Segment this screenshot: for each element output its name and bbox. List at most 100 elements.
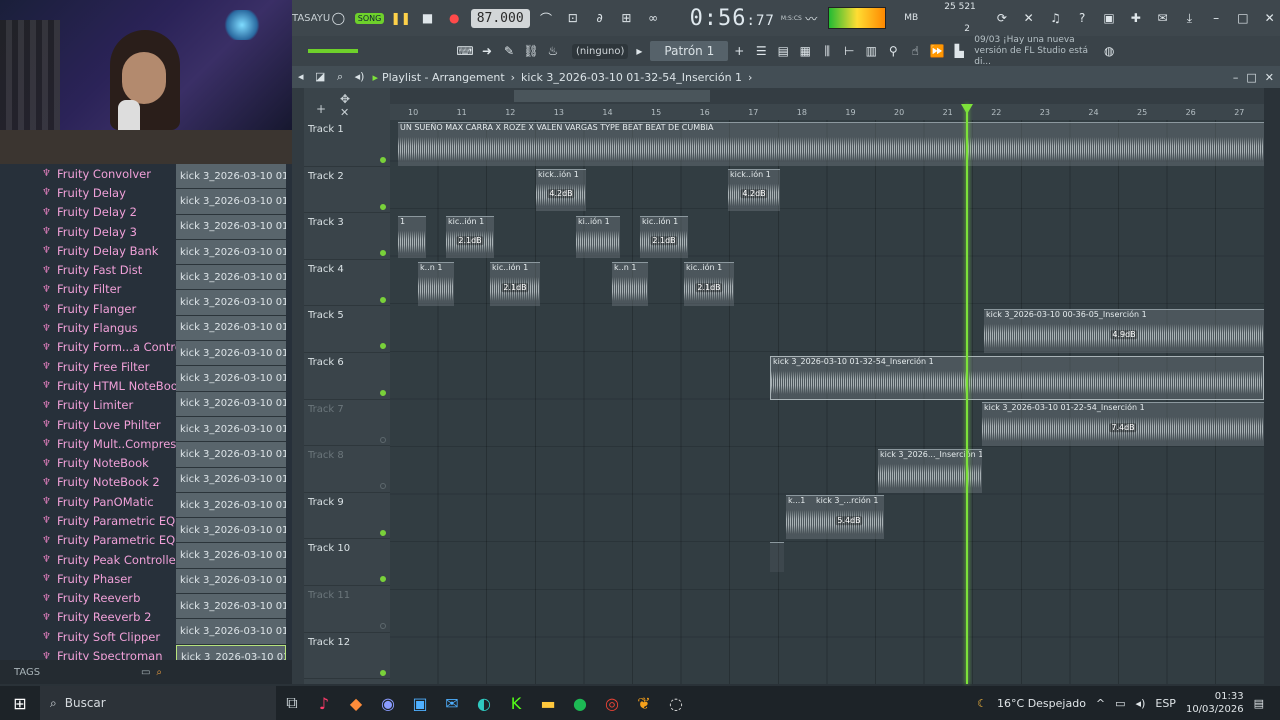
add-pattern-icon[interactable]: + bbox=[728, 40, 750, 62]
store-icon[interactable]: ▣ bbox=[404, 686, 436, 720]
task-view-icon[interactable]: ⧉ bbox=[276, 686, 308, 720]
plugin-item[interactable]: ♆ Fruity Flanger bbox=[0, 299, 172, 318]
plugin-item[interactable]: ♆ Fruity Convolver bbox=[0, 164, 172, 183]
file-item[interactable]: kick 3_2026-03-10 01-17... bbox=[176, 366, 286, 392]
stamp-icon[interactable]: ♨ bbox=[542, 40, 564, 62]
audio-clip-selected[interactable]: kick 3_2026-03-10 01-32-54_Inserción 1 bbox=[770, 356, 1264, 400]
plugin-item[interactable]: ♆ Fruity Filter bbox=[0, 280, 172, 299]
file-item[interactable]: kick 3_2026-03-10 01-28... bbox=[176, 543, 286, 569]
network-icon[interactable]: ▭ bbox=[1115, 697, 1125, 710]
chrome-icon[interactable]: ◎ bbox=[596, 686, 628, 720]
plugin-item[interactable]: ♆ Fruity Reeverb bbox=[0, 589, 172, 608]
plugin-item[interactable]: ♆ Fruity Parametric EQ 2 bbox=[0, 531, 186, 550]
track-header[interactable]: Track 8 bbox=[304, 446, 390, 493]
plugin-item[interactable]: ♆ Fruity PanOMatic bbox=[0, 492, 172, 511]
audio-clip[interactable]: kick 3_2026-03-10 01-22-54_Inserción 1 7.… bbox=[982, 402, 1264, 446]
file-item[interactable]: kick 3_2026-03-10 01-29... bbox=[176, 568, 286, 595]
playlist-left-strip[interactable] bbox=[292, 88, 304, 684]
weather-text[interactable]: 16°C Despejado bbox=[997, 697, 1086, 710]
plugin-item[interactable]: ♆ Fruity Parametric EQ bbox=[0, 511, 175, 530]
plugin-item[interactable]: ♆ Fruity Form...a Controller bbox=[0, 338, 200, 357]
plugin-item[interactable]: ♆ Fruity Free Filter bbox=[0, 357, 172, 376]
playhead-marker-icon[interactable] bbox=[961, 104, 973, 114]
file-item[interactable]: kick 3_2026-03-10 01-14... bbox=[176, 315, 286, 342]
file-item[interactable]: kick 3_2026-03-10 01-11... bbox=[176, 164, 286, 190]
file-item[interactable]: kick 3_2026-03-10 01-11... bbox=[176, 189, 286, 215]
save-icon[interactable]: ▣ bbox=[1099, 7, 1120, 29]
zoom-icon[interactable]: ⌕ bbox=[337, 70, 343, 83]
play-icon[interactable]: ▸ bbox=[372, 71, 378, 84]
play-pattern-icon[interactable]: ▸ bbox=[628, 40, 650, 62]
wait-input-icon[interactable]: ⊡ bbox=[562, 7, 583, 29]
track-mute-led[interactable] bbox=[380, 576, 386, 583]
snap-dropdown[interactable]: (ninguno) bbox=[572, 43, 629, 59]
audio-clip[interactable]: kick..ión 1 4.2dB bbox=[728, 169, 780, 211]
move-icon[interactable]: ✥ bbox=[340, 92, 350, 106]
window-close-icon[interactable]: ✕ bbox=[1265, 71, 1274, 84]
track-header[interactable]: Track 2 bbox=[304, 167, 390, 214]
weather-icon[interactable]: ☾ bbox=[977, 697, 987, 710]
file-item[interactable]: kick 3_2026-03-10 01-14... bbox=[176, 341, 286, 367]
refresh-icon[interactable]: ⟳ bbox=[992, 7, 1013, 29]
track-mute-led[interactable] bbox=[380, 436, 386, 443]
tempo-display[interactable]: 87.000 bbox=[470, 8, 530, 28]
track-mute-led[interactable] bbox=[380, 157, 386, 163]
step-edit-icon[interactable]: ⊞ bbox=[616, 7, 637, 29]
audio-clip[interactable]: 1 bbox=[398, 216, 426, 258]
plugin-item[interactable]: ♆ Fruity Limiter bbox=[0, 396, 172, 415]
audio-clip[interactable]: kic..ión 1 2.1dB bbox=[490, 262, 540, 306]
video-icon[interactable]: ⏩ bbox=[926, 40, 948, 62]
playhead[interactable] bbox=[966, 104, 968, 684]
spotify-icon[interactable]: ● bbox=[564, 686, 596, 720]
track-header[interactable]: Track 4 bbox=[304, 260, 390, 307]
audio-clip[interactable]: kic..ión 1 2.1dB bbox=[446, 216, 494, 258]
snap-icon[interactable]: ◪ bbox=[315, 70, 325, 83]
plugin-item[interactable]: ♆ Fruity Love Philter bbox=[0, 415, 172, 434]
explorer-icon[interactable]: ▬ bbox=[532, 686, 564, 720]
track-mute-led[interactable] bbox=[380, 250, 386, 257]
audio-clip[interactable]: kick 3_2026-03-10 00-36-05_Inserción 1 4.… bbox=[984, 309, 1264, 353]
pattern-selector[interactable]: Patrón 1 bbox=[650, 41, 729, 61]
file-item[interactable]: kick 3_2026-03-10 01-22... bbox=[176, 442, 286, 468]
channel-rack-icon[interactable]: ▦ bbox=[794, 40, 816, 62]
pause-button[interactable]: ❚❚ bbox=[390, 7, 411, 29]
plugin-item[interactable]: ♆ Fruity HTML NoteBook bbox=[0, 376, 184, 395]
stop-button[interactable]: ■ bbox=[417, 7, 438, 29]
scrollbar-thumb[interactable] bbox=[514, 90, 710, 102]
folder-icon[interactable]: ▭ bbox=[141, 667, 150, 678]
mixer-icon[interactable]: ⫼ bbox=[816, 40, 838, 62]
audio-clip[interactable]: ki..ión 1 bbox=[576, 216, 620, 258]
taskbar-search[interactable]: ⌕ Buscar bbox=[40, 686, 276, 720]
link-icon[interactable]: ⛓ bbox=[520, 40, 542, 62]
arrow-icon[interactable]: ➜ bbox=[476, 40, 498, 62]
plugin-item[interactable]: ♆ Fruity Delay Bank bbox=[0, 241, 172, 260]
loop-record-icon[interactable]: ∞ bbox=[643, 7, 664, 29]
audio-clip[interactable]: kic..ión 1 2.1dB bbox=[684, 262, 734, 306]
window-minimize-icon[interactable]: – bbox=[1233, 71, 1239, 84]
track-mute-led[interactable] bbox=[380, 483, 386, 490]
volume-icon[interactable]: ◂) bbox=[1136, 697, 1146, 710]
project-icon[interactable]: ▥ bbox=[860, 40, 882, 62]
maximize-icon[interactable]: □ bbox=[1233, 7, 1254, 29]
search-icon[interactable]: ⌕ bbox=[156, 667, 162, 678]
plugin-item[interactable]: ♆ Fruity Delay bbox=[0, 183, 172, 202]
track-header[interactable]: Track 1 bbox=[304, 120, 390, 167]
track-mute-led[interactable] bbox=[380, 203, 386, 210]
plugin-item[interactable]: ♆ Fruity Fast Dist bbox=[0, 260, 172, 279]
file-item[interactable]: kick 3_2026-03-10 01-21... bbox=[176, 391, 286, 417]
file-item[interactable]: kick 3_2026-03-10 01-13... bbox=[176, 265, 286, 291]
audio-clip[interactable]: kick 3_...rción 1 5.4dB bbox=[814, 495, 884, 539]
edge-icon[interactable]: ◐ bbox=[468, 686, 500, 720]
tray-chevron-icon[interactable]: ^ bbox=[1096, 697, 1105, 710]
track-mute-led[interactable] bbox=[380, 669, 386, 676]
file-item[interactable]: kick 3_2026-03-10 01-27... bbox=[176, 518, 286, 544]
playlist-icon[interactable]: ☰ bbox=[750, 40, 772, 62]
touch-icon[interactable]: ☝ bbox=[904, 40, 926, 62]
audio-clip[interactable]: k..n 1 bbox=[612, 262, 648, 306]
plugin-item[interactable]: ♆ Fruity Phaser bbox=[0, 569, 172, 588]
learn-icon[interactable]: ▙ bbox=[948, 40, 970, 62]
file-item[interactable]: kick 3_2026-03-10 01-27... bbox=[176, 492, 286, 519]
pencil-icon[interactable]: ✎ bbox=[498, 40, 520, 62]
plugin-item[interactable]: ♆ Fruity Peak Controller bbox=[0, 550, 180, 569]
track-mute-led[interactable] bbox=[380, 623, 386, 629]
